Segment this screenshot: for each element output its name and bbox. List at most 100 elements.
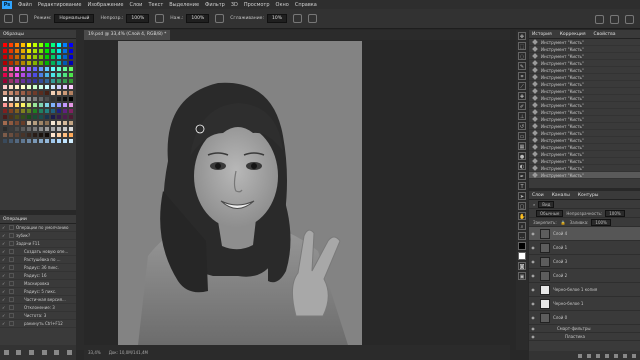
eye-icon[interactable]: ◉ <box>529 273 537 278</box>
dialog-toggle-icon[interactable] <box>9 313 14 318</box>
menu-view[interactable]: Просмотр <box>241 2 273 8</box>
check-icon[interactable]: ✓ <box>2 273 7 278</box>
dialog-toggle-icon[interactable] <box>9 305 14 310</box>
history-row[interactable]: Инструмент "Кисть" <box>529 81 640 88</box>
workspace-icon[interactable] <box>610 14 619 24</box>
check-icon[interactable]: ✓ <box>2 257 7 262</box>
check-icon[interactable]: ✓ <box>2 281 7 286</box>
canvas[interactable] <box>118 41 362 345</box>
layer-row[interactable]: ◉ Слой 1 <box>529 241 640 255</box>
action-row[interactable]: ✓ Растушёвка по ... <box>0 256 76 264</box>
check-icon[interactable]: ✓ <box>2 233 7 238</box>
more-tools-icon[interactable]: … <box>518 232 526 240</box>
kind-filter-select[interactable]: Вид <box>538 200 555 208</box>
fill-field[interactable]: 100% <box>591 218 611 226</box>
brush-tool-icon[interactable]: ✐ <box>518 102 526 110</box>
history-row[interactable]: Инструмент "Кисть" <box>529 165 640 172</box>
action-row[interactable]: ✓ Чистота: 3 <box>0 312 76 320</box>
history-row[interactable]: Инструмент "Кисть" <box>529 151 640 158</box>
menu-filter[interactable]: Фильтр <box>202 2 228 8</box>
history-row[interactable]: Инструмент "Кисть" <box>529 158 640 165</box>
quick-mask-icon[interactable]: ◙ <box>518 262 526 270</box>
airbrush-icon[interactable] <box>215 14 225 23</box>
zoom-tool-icon[interactable]: ⌕ <box>518 222 526 230</box>
action-row[interactable]: ✓ Радиус: 16 <box>0 272 76 280</box>
tab-swatches[interactable]: Образцы <box>3 32 24 37</box>
new-action-icon[interactable] <box>54 350 60 355</box>
action-row[interactable]: ✓ ракинуть Ctrl+F12 <box>0 320 76 328</box>
dialog-toggle-icon[interactable] <box>9 273 14 278</box>
background-color-icon[interactable] <box>518 252 526 260</box>
marquee-tool-icon[interactable]: ⬚ <box>518 42 526 50</box>
shape-tool-icon[interactable]: ▢ <box>518 202 526 210</box>
smoothing-field[interactable]: 10% <box>266 14 287 23</box>
path-select-tool-icon[interactable]: ➤ <box>518 192 526 200</box>
brush-preset-icon[interactable] <box>19 14 28 23</box>
history-row[interactable]: Инструмент "Кисть" <box>529 39 640 46</box>
action-row[interactable]: ✓ Радиус: 36 пикс. <box>0 264 76 272</box>
history-row[interactable]: Инструмент "Кисть" <box>529 116 640 123</box>
brush-tool-icon[interactable] <box>4 14 13 23</box>
stop-icon[interactable] <box>3 350 9 355</box>
quick-select-tool-icon[interactable]: ✎ <box>518 62 526 70</box>
check-icon[interactable]: ✓ <box>2 289 7 294</box>
action-row[interactable]: ✓ Отклонение: 3 <box>0 304 76 312</box>
eye-icon[interactable]: ◉ <box>529 231 537 236</box>
eye-icon[interactable]: ◉ <box>529 315 537 320</box>
smart-filter-row[interactable]: ◉ Пластика <box>529 333 640 341</box>
tab-channels[interactable]: Каналы <box>552 193 570 198</box>
menu-select[interactable]: Выделение <box>166 2 202 8</box>
check-icon[interactable]: ✓ <box>2 225 7 230</box>
action-row[interactable]: ✓ Маскировка <box>0 280 76 288</box>
layer-row[interactable]: ◉ Слой 4 <box>529 227 640 241</box>
eye-icon[interactable]: ◉ <box>529 259 537 264</box>
symmetry-icon[interactable] <box>307 14 317 23</box>
trash-icon[interactable] <box>67 350 73 355</box>
history-row[interactable]: Инструмент "Кисть" <box>529 60 640 67</box>
eye-icon[interactable]: ◉ <box>529 334 537 339</box>
layer-row[interactable]: ◉ Черно-белое 1 <box>529 297 640 311</box>
menu-3d[interactable]: 3D <box>228 2 241 8</box>
action-row[interactable]: ✓ Операции по умолчанию <box>0 224 76 232</box>
move-tool-icon[interactable]: ✥ <box>518 32 526 40</box>
check-icon[interactable]: ✓ <box>2 313 7 318</box>
adjustment-icon[interactable] <box>605 353 609 358</box>
mode-select[interactable]: Нормальный <box>54 14 95 23</box>
layer-row[interactable]: ◉ Слой 0 <box>529 311 640 325</box>
dialog-toggle-icon[interactable] <box>9 289 14 294</box>
menu-edit[interactable]: Редактирование <box>35 2 85 8</box>
gear-icon[interactable] <box>292 14 302 23</box>
pressure-opacity-icon[interactable] <box>155 14 165 23</box>
dialog-toggle-icon[interactable] <box>9 281 14 286</box>
dialog-toggle-icon[interactable] <box>9 225 14 230</box>
zoom-level[interactable]: 33,4% <box>88 350 101 355</box>
menu-type[interactable]: Текст <box>145 2 166 8</box>
layer-row[interactable]: ◉ Слой 2 <box>529 269 640 283</box>
trash-icon[interactable] <box>632 353 636 358</box>
pen-tool-icon[interactable]: ✒ <box>518 172 526 180</box>
history-row[interactable]: Инструмент "Кисть" <box>529 53 640 60</box>
tab-history[interactable]: История <box>532 32 552 37</box>
history-brush-tool-icon[interactable]: ↺ <box>518 122 526 130</box>
blend-mode-select[interactable]: Обычные <box>536 209 564 217</box>
tab-actions[interactable]: Операции <box>3 217 27 222</box>
play-icon[interactable] <box>29 350 35 355</box>
check-icon[interactable]: ✓ <box>2 297 7 302</box>
dialog-toggle-icon[interactable] <box>9 321 14 326</box>
check-icon[interactable]: ✓ <box>2 305 7 310</box>
action-row[interactable]: ✓ Частичная версия... <box>0 296 76 304</box>
share-icon[interactable] <box>625 14 634 24</box>
check-icon[interactable]: ✓ <box>2 249 7 254</box>
flow-field[interactable]: 100% <box>186 14 210 23</box>
new-layer-icon[interactable] <box>623 353 627 358</box>
menu-help[interactable]: Справка <box>292 2 320 8</box>
layer-row[interactable]: ◉ Черно-белое 1 копия <box>529 283 640 297</box>
dialog-toggle-icon[interactable] <box>9 233 14 238</box>
dialog-toggle-icon[interactable] <box>9 265 14 270</box>
action-row[interactable]: ✓ Задачи F11 <box>0 240 76 248</box>
fx-icon[interactable] <box>587 353 591 358</box>
document-tab[interactable]: 19.psd @ 33,4% (Слой 4, RGB/8) * <box>84 30 171 40</box>
menu-layer[interactable]: Слои <box>126 2 145 8</box>
history-row[interactable]: Инструмент "Кисть" <box>529 109 640 116</box>
eye-icon[interactable]: ◉ <box>529 326 537 331</box>
